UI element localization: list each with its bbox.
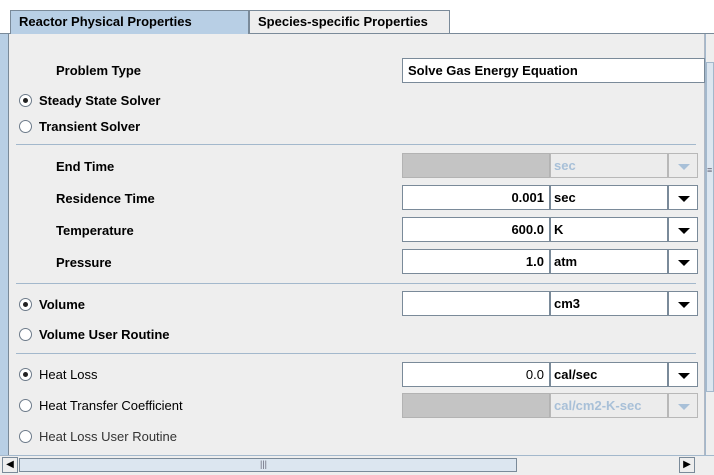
heat-transfer-coefficient-label: Heat Transfer Coefficient [39,398,183,413]
scroll-left-button[interactable]: ◀ [2,457,18,473]
volume-unit-dropdown[interactable] [668,291,698,316]
tab-reactor-physical-properties[interactable]: Reactor Physical Properties [10,10,249,34]
volume-radio[interactable] [19,298,32,311]
chevron-down-icon [678,164,690,170]
chevron-right-icon: ▶ [683,459,691,470]
separator [16,353,696,354]
horizontal-scroll-thumb[interactable] [19,458,517,472]
heat-transfer-coefficient-radio[interactable] [19,399,32,412]
steady-state-radio[interactable] [19,94,32,107]
volume-field[interactable] [402,291,550,316]
temperature-label: Temperature [56,223,134,238]
heat-loss-label: Heat Loss [39,367,98,382]
heat-loss-unit-dropdown[interactable] [668,362,698,387]
heat-loss-user-routine-label: Heat Loss User Routine [39,429,178,444]
pressure-unit[interactable]: atm [550,249,668,274]
heat-loss-user-routine-radio[interactable] [19,430,32,443]
separator [16,283,696,284]
heat-loss-field[interactable]: 0.0 [402,362,550,387]
volume-label: Volume [39,297,85,312]
heat-loss-radio[interactable] [19,368,32,381]
pressure-field[interactable]: 1.0 [402,249,550,274]
volume-user-routine-label: Volume User Routine [39,327,170,342]
residence-time-label: Residence Time [56,191,155,206]
chevron-down-icon [678,373,690,379]
chevron-down-icon [678,260,690,266]
temperature-field[interactable]: 600.0 [402,217,550,242]
scroll-right-button[interactable]: ▶ [679,457,695,473]
transient-label: Transient Solver [39,119,141,134]
chevron-down-icon [678,228,690,234]
pressure-label: Pressure [56,255,112,270]
transient-radio[interactable] [19,120,32,133]
problem-type-field[interactable]: Solve Gas Energy Equation [402,58,705,83]
residence-time-unit-dropdown[interactable] [668,185,698,210]
separator [16,144,696,145]
volume-unit[interactable]: cm3 [550,291,668,316]
residence-time-unit[interactable]: sec [550,185,668,210]
chevron-down-icon [678,404,690,410]
chevron-down-icon [678,196,690,202]
temperature-unit-dropdown[interactable] [668,217,698,242]
end-time-label: End Time [56,159,115,174]
chevron-down-icon [678,302,690,308]
pressure-unit-dropdown[interactable] [668,249,698,274]
heat-transfer-coefficient-unit-dropdown[interactable] [668,393,698,418]
grip-icon: ||| [260,459,268,469]
problem-type-label: Problem Type [56,63,142,78]
end-time-unit[interactable]: sec [550,153,668,178]
heat-transfer-coefficient-field[interactable] [402,393,550,418]
end-time-field[interactable] [402,153,550,178]
steady-state-label: Steady State Solver [39,93,161,108]
vertical-scroll-thumb[interactable] [706,62,714,392]
heat-transfer-coefficient-unit[interactable]: cal/cm2-K-sec [550,393,668,418]
chevron-left-icon: ◀ [6,459,14,470]
residence-time-field[interactable]: 0.001 [402,185,550,210]
tab-species-specific-properties[interactable]: Species-specific Properties [249,10,450,34]
end-time-unit-dropdown[interactable] [668,153,698,178]
grip-icon: ≡ [707,165,713,175]
panel-left-border [0,34,8,455]
volume-user-routine-radio[interactable] [19,328,32,341]
temperature-unit[interactable]: K [550,217,668,242]
heat-loss-unit[interactable]: cal/sec [550,362,668,387]
